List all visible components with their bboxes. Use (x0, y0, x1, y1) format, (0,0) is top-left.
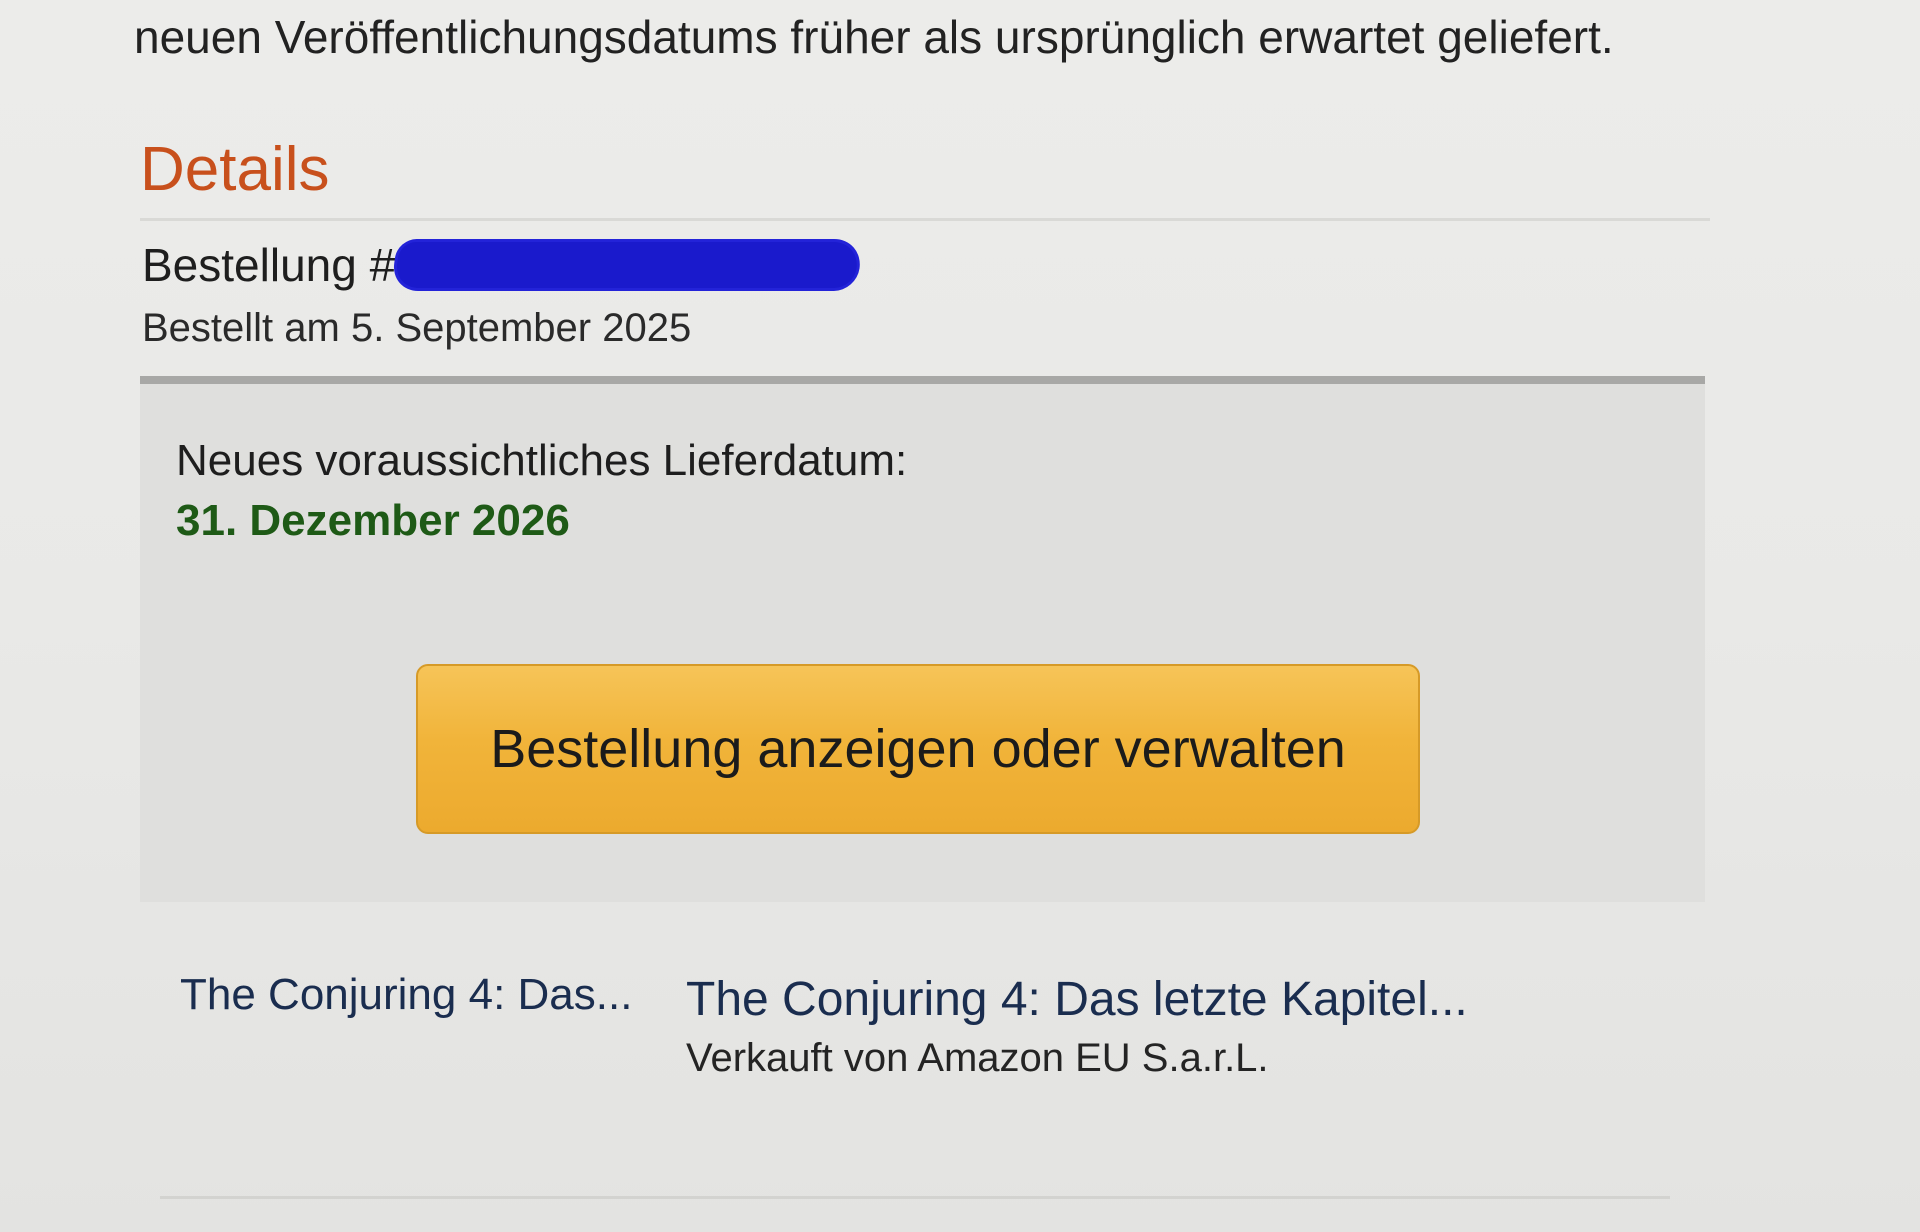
details-heading: Details (140, 135, 330, 204)
item-seller: Verkauft von Amazon EU S.a.r.L. (686, 1036, 1269, 1080)
order-number-redaction (393, 242, 861, 288)
order-item: The Conjuring 4: Das... The Conjuring 4:… (180, 970, 1680, 1090)
intro-text: neuen Veröffentlichungsdatums früher als… (134, 11, 1614, 63)
manage-order-button[interactable]: Bestellung anzeigen oder verwalten (416, 664, 1420, 834)
delivery-panel: Neues voraussichtliches Lieferdatum: 31.… (140, 376, 1705, 902)
order-number-label: Bestellung # (142, 239, 396, 291)
order-number-line: Bestellung # (142, 238, 861, 292)
divider (160, 1196, 1670, 1199)
item-title-link[interactable]: The Conjuring 4: Das letzte Kapitel... (686, 972, 1468, 1027)
divider (140, 218, 1710, 221)
delivery-date-label: Neues voraussichtliches Lieferdatum: (176, 436, 908, 485)
item-thumbnail-link[interactable]: The Conjuring 4: Das... (180, 970, 632, 1020)
order-date: Bestellt am 5. September 2025 (142, 306, 692, 350)
delivery-date-value: 31. Dezember 2026 (176, 496, 570, 545)
email-body: neuen Veröffentlichungsdatums früher als… (0, 0, 1920, 1232)
